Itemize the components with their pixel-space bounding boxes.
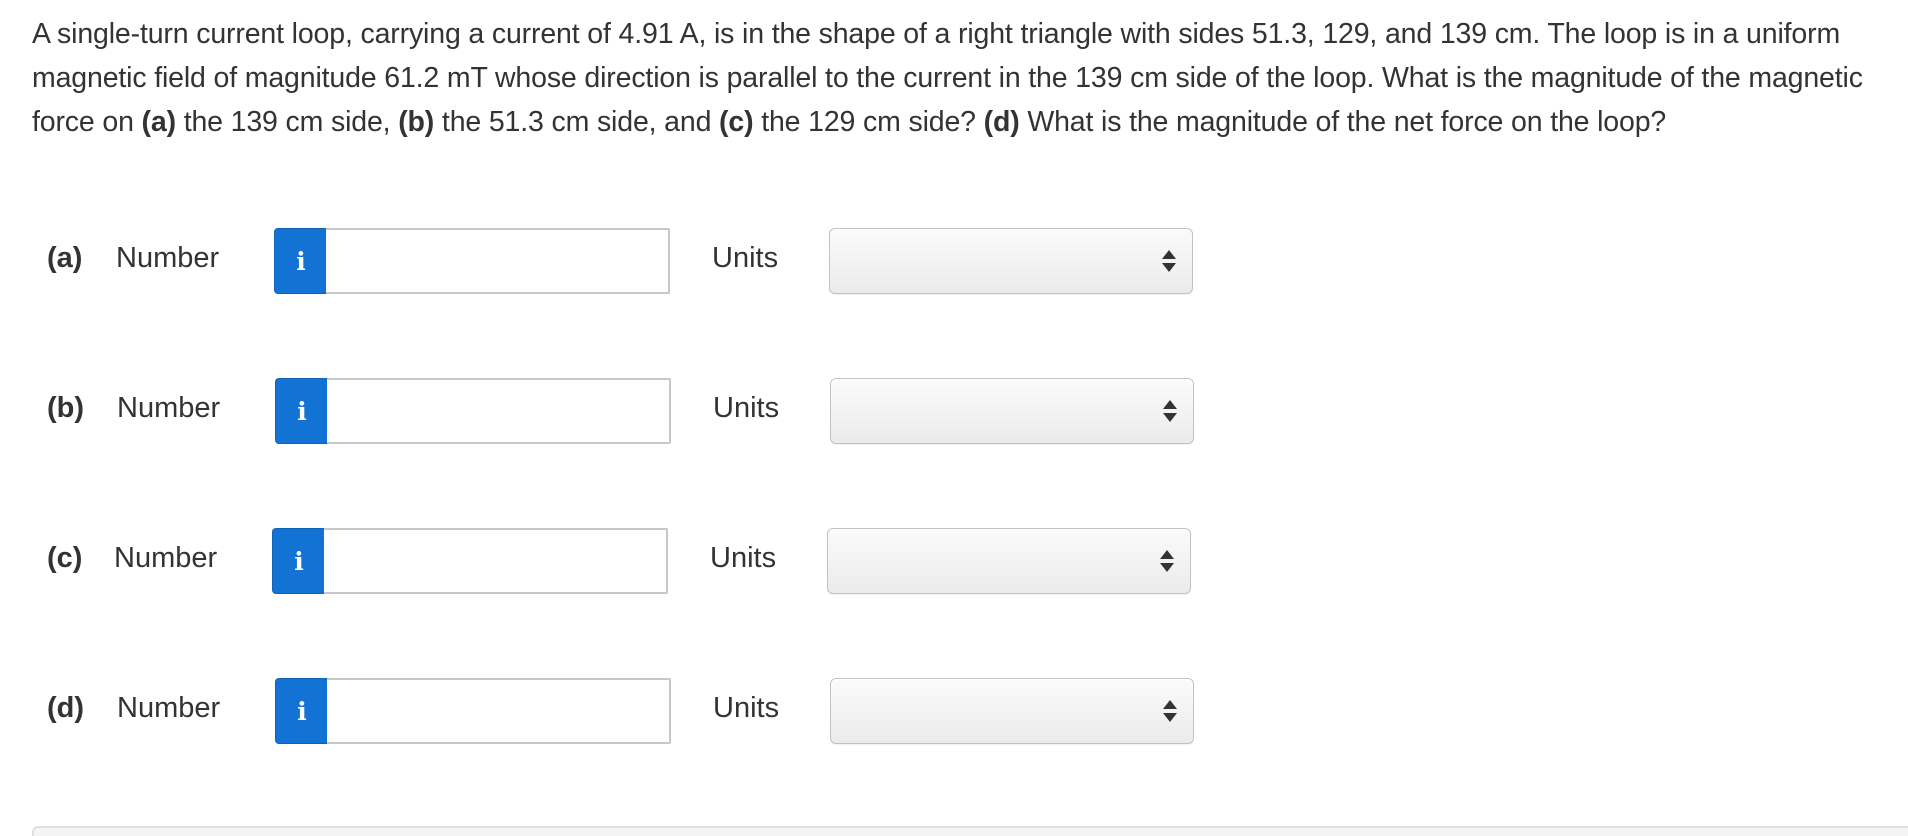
info-icon: i (294, 546, 304, 576)
question-part-d-text: What is the magnitude of the net force o… (1019, 106, 1667, 138)
question-part-c-text: the 129 cm side? (753, 106, 984, 138)
number-label: Number (114, 542, 218, 574)
bottom-panel-edge (32, 826, 1908, 836)
units-label: Units (710, 542, 777, 574)
question-text: A single-turn current loop, carrying a c… (32, 12, 1902, 144)
info-button[interactable]: i (272, 528, 325, 594)
info-icon: i (297, 696, 307, 726)
number-label: Number (117, 692, 221, 724)
info-button[interactable]: i (275, 678, 328, 744)
units-label: Units (712, 242, 779, 274)
part-c-ref: (c) (719, 106, 754, 138)
select-arrows-icon (1159, 547, 1175, 577)
answer-row-a: (a) Number i Units (0, 228, 1908, 294)
question-page: A single-turn current loop, carrying a c… (0, 0, 1908, 836)
number-input[interactable] (327, 678, 671, 744)
info-button[interactable]: i (275, 378, 328, 444)
question-part-b-text: the 51.3 cm side, and (434, 106, 720, 138)
part-label: (a) (47, 242, 83, 274)
part-label: (d) (47, 692, 85, 724)
units-label: Units (713, 692, 780, 724)
units-select[interactable] (830, 378, 1194, 444)
units-select[interactable] (829, 228, 1193, 294)
select-arrows-icon (1162, 697, 1178, 727)
units-select[interactable] (830, 678, 1194, 744)
number-input[interactable] (327, 378, 671, 444)
part-b-ref: (b) (398, 106, 435, 138)
answer-row-b: (b) Number i Units (0, 378, 1908, 444)
part-a-ref: (a) (141, 106, 177, 138)
number-input[interactable] (326, 228, 670, 294)
answer-row-d: (d) Number i Units (0, 678, 1908, 744)
info-button[interactable]: i (274, 228, 327, 294)
number-label: Number (116, 242, 220, 274)
part-d-ref: (d) (983, 106, 1020, 138)
part-label: (c) (47, 542, 83, 574)
units-select[interactable] (827, 528, 1191, 594)
question-part-a-text: the 139 cm side, (175, 106, 399, 138)
select-arrows-icon (1161, 247, 1177, 277)
info-icon: i (296, 246, 306, 276)
number-input[interactable] (324, 528, 668, 594)
answer-row-c: (c) Number i Units (0, 528, 1908, 594)
units-label: Units (713, 392, 780, 424)
part-label: (b) (47, 392, 85, 424)
number-label: Number (117, 392, 221, 424)
info-icon: i (297, 396, 307, 426)
select-arrows-icon (1162, 397, 1178, 427)
